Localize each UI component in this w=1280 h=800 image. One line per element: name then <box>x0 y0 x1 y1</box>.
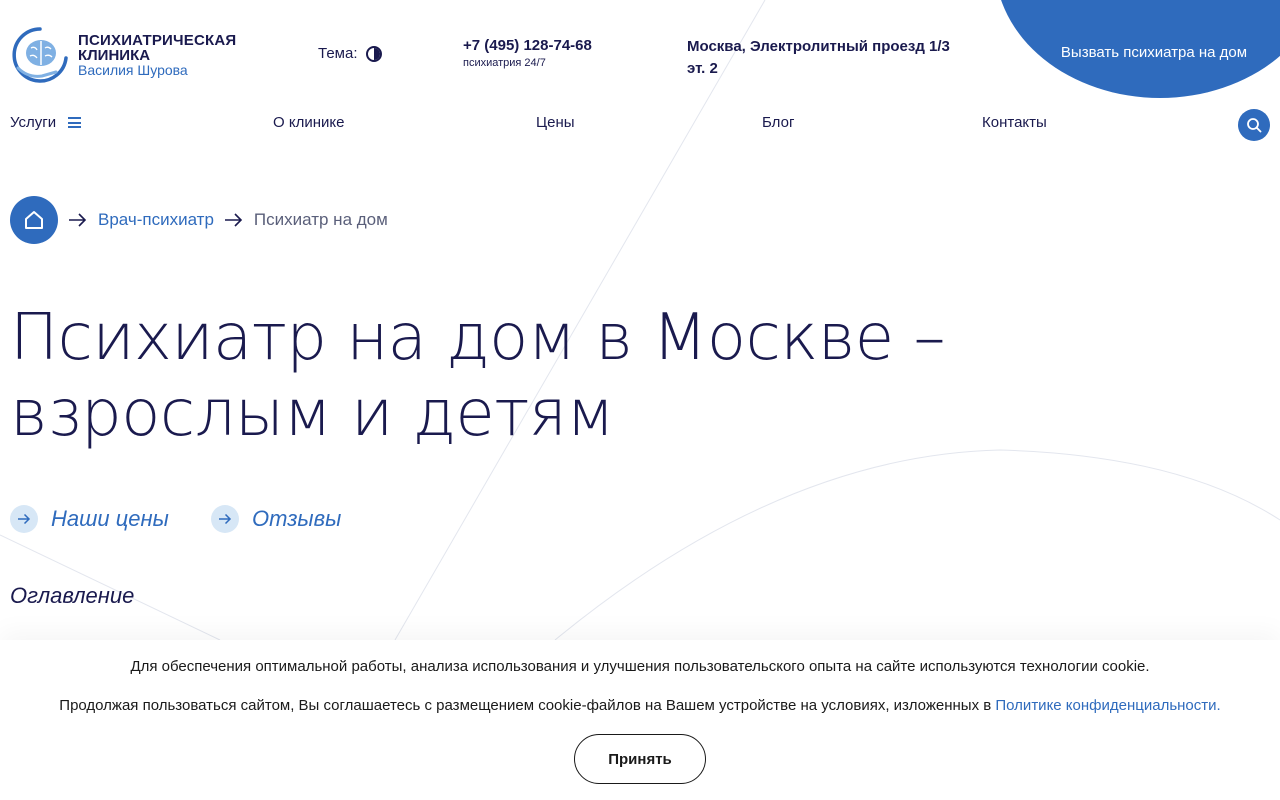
phone-number-link[interactable]: +7 (495) 128-74-68 <box>463 37 592 54</box>
nav-item-contacts[interactable]: Контакты <box>982 114 1047 131</box>
burger-menu-icon <box>68 117 82 128</box>
arrow-right-icon <box>10 505 38 533</box>
nav-item-about[interactable]: О клинике <box>273 114 344 131</box>
cookie-banner: Для обеспечения оптимальной работы, анал… <box>0 640 1280 800</box>
phone-subtitle: психиатрия 24/7 <box>463 57 546 69</box>
clinic-logo[interactable]: ПСИХИАТРИЧЕСКАЯ КЛИНИКА Василия Шурова <box>10 26 236 84</box>
nav-item-label: Услуги <box>10 114 57 131</box>
search-icon <box>1247 118 1262 133</box>
search-button[interactable] <box>1238 109 1270 141</box>
logo-title-line1: ПСИХИАТРИЧЕСКАЯ <box>78 31 237 49</box>
toc-title: Оглавление <box>10 583 135 608</box>
nav-item-prices[interactable]: Цены <box>536 114 575 131</box>
arrow-right-icon <box>68 213 88 227</box>
call-psychiatrist-button[interactable]: Вызвать психиатра на дом <box>1040 44 1268 61</box>
page-title: Психиатр на дом в Москве – взрослым и де… <box>10 301 945 451</box>
cookie-consent-suffix: . <box>1216 697 1221 714</box>
nav-item-blog[interactable]: Блог <box>762 114 794 131</box>
breadcrumb: Врач-психиатр Психиатр на дом <box>10 196 388 244</box>
accept-cookies-button[interactable]: Принять <box>574 734 706 784</box>
phone-block: +7 (495) 128-74-68 психиатрия 24/7 <box>463 37 592 69</box>
quick-link-label: Наши цены <box>51 506 169 531</box>
logo-title-line2: КЛИНИКА <box>78 46 151 64</box>
brain-hand-icon <box>10 26 70 84</box>
quick-link-prices[interactable]: Наши цены <box>10 505 169 533</box>
privacy-policy-link[interactable]: Политике конфиденциальности <box>995 697 1216 714</box>
main-navigation: Услуги О клинике Цены Блог Контакты <box>0 109 1280 141</box>
home-icon <box>25 211 43 229</box>
theme-label: Тема: <box>318 45 358 62</box>
cookie-consent-prefix: Продолжая пользоваться сайтом, Вы соглаш… <box>59 697 996 714</box>
breadcrumb-home-button[interactable] <box>10 196 58 244</box>
theme-switcher[interactable]: Тема: <box>318 45 382 62</box>
quick-link-reviews[interactable]: Отзывы <box>211 505 341 533</box>
cookie-text: Для обеспечения оптимальной работы, анал… <box>130 658 1150 675</box>
logo-subtitle: Василия Шурова <box>78 61 188 78</box>
quick-link-label: Отзывы <box>252 506 342 531</box>
nav-item-services[interactable]: Услуги <box>10 114 82 131</box>
clinic-address: Москва, Электролитный проезд 1/3 эт. 2 <box>687 38 950 77</box>
contrast-icon[interactable] <box>365 45 382 62</box>
cookie-consent-text: Продолжая пользоваться сайтом, Вы соглаш… <box>0 697 1280 714</box>
breadcrumb-link-psychiatrist[interactable]: Врач-психиатр <box>98 210 214 230</box>
arrow-right-icon <box>211 505 239 533</box>
breadcrumb-current: Психиатр на дом <box>253 210 388 229</box>
arrow-right-icon <box>224 213 244 227</box>
